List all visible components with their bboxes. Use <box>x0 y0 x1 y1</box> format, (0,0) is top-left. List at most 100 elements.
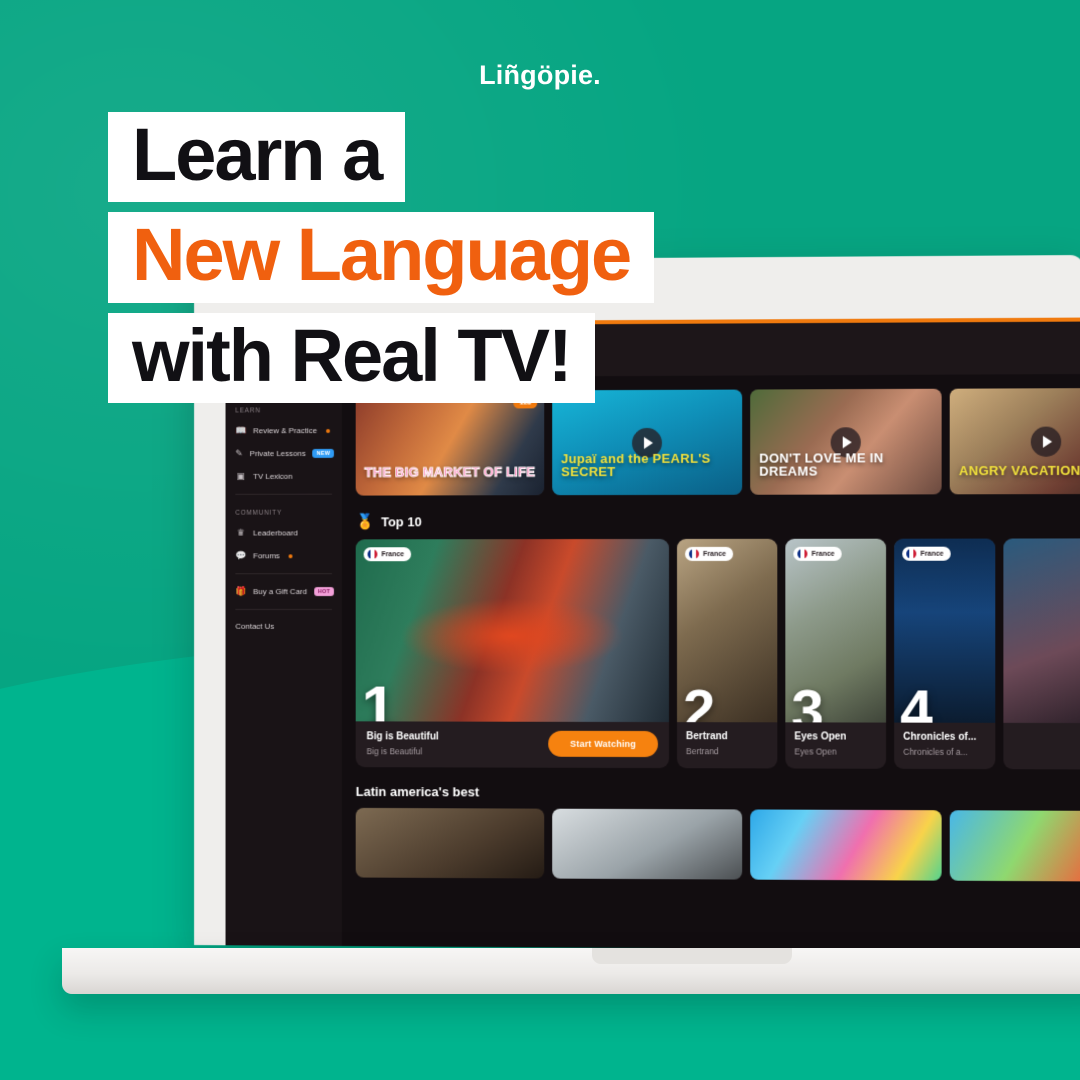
sidebar-item-label: Private Lessons <box>249 448 306 459</box>
card-subtitle: Eyes Open <box>794 746 837 757</box>
laptop-base <box>62 948 1080 994</box>
card-title: Chronicles of... <box>903 731 977 743</box>
latin-rail[interactable] <box>355 807 1080 882</box>
sidebar-item-review-practice[interactable]: 📖 Review & Practice <box>226 419 342 442</box>
latin-tile[interactable] <box>750 809 942 881</box>
sidebar-item-buy-gift-card[interactable]: 🎁 Buy a Gift Card HOT <box>226 580 342 603</box>
sidebar-item-label: Forums <box>253 551 280 561</box>
sidebar-item-label: Leaderboard <box>253 528 298 538</box>
latin-section-title: Latin america's best <box>355 784 480 800</box>
card-artwork <box>355 538 670 723</box>
notification-dot <box>288 553 293 558</box>
trophy-icon: ♛ <box>236 527 245 538</box>
card-poster <box>1003 538 1080 724</box>
headline-line-1: Learn a <box>108 112 406 203</box>
france-flag-icon <box>906 548 917 559</box>
sidebar-item-label: Contact Us <box>235 621 275 631</box>
start-watching-button[interactable]: Start Watching <box>548 730 658 758</box>
latin-tile[interactable] <box>355 807 545 879</box>
sidebar-item-forums[interactable]: 💬 Forums <box>226 544 342 567</box>
card-poster: France 2 <box>677 538 778 723</box>
tile-artwork <box>949 810 1080 882</box>
notification-dot <box>325 428 330 433</box>
rank-number: 2 <box>683 677 716 723</box>
card-meta: Bertrand Bertrand <box>677 722 777 767</box>
card-subtitle: Big is Beautiful <box>366 745 423 756</box>
latin-tile[interactable] <box>552 808 743 880</box>
sidebar-item-label: TV Lexicon <box>253 471 293 481</box>
top10-card[interactable]: France 2 Bertrand Bertrand <box>677 538 778 769</box>
badge-hot: HOT <box>313 587 335 597</box>
sidebar-divider <box>235 608 332 610</box>
book-icon: 📖 <box>235 425 247 436</box>
main-area: 2 learned FR 🎓 <box>341 320 1080 952</box>
brand-logo: Liñgöpie. <box>479 60 601 90</box>
top10-header: 🏅 Top 10 <box>356 511 1080 530</box>
top10-rail[interactable]: France Big is BEAUTIFUL 1 Big is Beautif… <box>355 538 1080 770</box>
latin-section-header: Latin america's best <box>356 784 1080 802</box>
card-subtitle: Chronicles of a... <box>903 746 968 757</box>
card-meta: Eyes Open Eyes Open <box>785 722 886 767</box>
tile-title: THE BIG MARKET OF LIFE <box>364 464 536 481</box>
country-label: France <box>811 550 835 558</box>
sidebar-item-label: Review & Practice <box>253 426 318 436</box>
sidebar-section-community: COMMUNITY <box>235 509 282 517</box>
laptop-base-notch <box>592 948 792 964</box>
sidebar-divider <box>235 573 332 575</box>
rank-number: 3 <box>791 677 824 723</box>
tile-title: ANGRY VACATION <box>958 463 1080 479</box>
country-badge: France <box>685 546 734 561</box>
medal-icon: 🏅 <box>355 513 375 531</box>
france-flag-icon <box>797 548 808 559</box>
france-flag-icon <box>367 549 378 560</box>
card-title: Eyes Open <box>794 731 847 743</box>
headline-line-2: New Language <box>108 212 655 303</box>
card-title: Big is Beautiful <box>366 730 439 742</box>
top10-title: Top 10 <box>381 513 422 529</box>
top10-card[interactable]: France CHRONICLES HAUNTED CASTLE 4 Chron… <box>894 538 996 770</box>
sidebar-item-leaderboard[interactable]: ♛ Leaderboard <box>226 521 342 544</box>
featured-tile[interactable]: ANGRY VACATION <box>949 387 1080 495</box>
chat-icon: 💬 <box>235 550 247 561</box>
lingopie-app: ✦ Explore ▢ Kids LEARN 📖 Review & Practi… <box>225 320 1080 952</box>
tile-artwork <box>552 808 743 880</box>
tile-artwork <box>750 809 942 881</box>
tile-title: DON'T LOVE ME IN DREAMS <box>759 449 884 480</box>
country-badge: France <box>793 546 842 561</box>
sidebar-item-label: Buy a Gift Card <box>253 587 307 597</box>
card-poster: France Big is BEAUTIFUL 1 <box>355 538 670 723</box>
card-poster: France EYES OPEN 3 <box>785 538 887 723</box>
tile-title: Jupaï and the PEARL'S SECRET <box>561 450 711 480</box>
latin-tile[interactable] <box>949 810 1080 882</box>
country-label: France <box>920 550 944 558</box>
country-badge: France <box>902 546 951 561</box>
sidebar-divider <box>235 493 332 495</box>
country-badge: France <box>363 547 412 562</box>
top10-card[interactable] <box>1003 538 1080 770</box>
country-label: France <box>381 550 405 558</box>
country-label: France <box>703 550 727 558</box>
tv-icon: ▣ <box>236 471 245 481</box>
card-artwork <box>1003 538 1080 724</box>
card-poster: France CHRONICLES HAUNTED CASTLE 4 <box>894 538 996 723</box>
headline: Learn a New Language with Real TV! <box>108 112 655 413</box>
tile-artwork <box>355 807 545 879</box>
gift-icon: 🎁 <box>235 586 247 597</box>
sidebar: ✦ Explore ▢ Kids LEARN 📖 Review & Practi… <box>225 325 342 947</box>
top10-card[interactable]: France Big is BEAUTIFUL 1 Big is Beautif… <box>355 538 670 769</box>
france-flag-icon <box>689 548 700 559</box>
sidebar-item-private-lessons[interactable]: ✎ Private Lessons NEW <box>226 442 342 465</box>
sidebar-item-contact-us[interactable]: Contact Us <box>226 616 342 637</box>
badge-new: NEW <box>312 448 335 458</box>
card-meta: Big is Beautiful Big is Beautiful Start … <box>356 721 669 768</box>
play-icon[interactable] <box>1030 426 1062 457</box>
featured-tile[interactable]: DON'T LOVE ME IN DREAMS <box>750 388 942 495</box>
top10-card[interactable]: France EYES OPEN 3 Eyes Open Eyes Open <box>785 538 887 769</box>
sidebar-item-tv-lexicon[interactable]: ▣ TV Lexicon <box>226 465 342 488</box>
content-scroll[interactable]: 128 THE BIG MARKET OF LIFE Jupaï and the… <box>342 373 1080 951</box>
headline-line-3: with Real TV! <box>108 312 595 403</box>
rank-number: 1 <box>361 674 396 723</box>
rank-number: 4 <box>900 677 933 723</box>
teacher-icon: ✎ <box>235 448 243 459</box>
card-subtitle: Bertrand <box>686 746 719 757</box>
